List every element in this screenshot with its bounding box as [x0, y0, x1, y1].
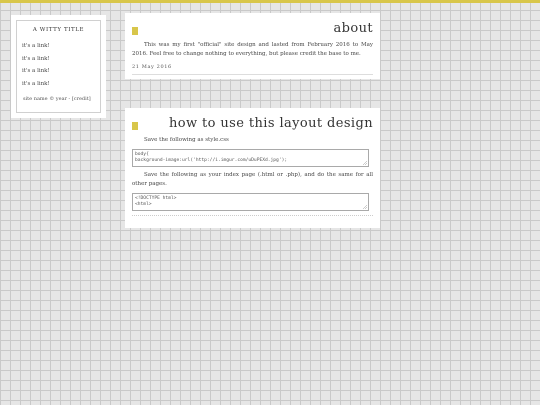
- post-header: how to use this layout design: [132, 114, 373, 134]
- site-credit: site name © year - [credit]: [23, 96, 91, 102]
- post-instruction: Save the following as style.css: [144, 137, 229, 143]
- post-divider: [132, 215, 373, 216]
- sidebar-link[interactable]: it's a link!: [22, 68, 95, 74]
- post-about: about This was my first "official" site …: [125, 13, 380, 79]
- css-code-box[interactable]: body{ background-image:url('http://i.img…: [132, 149, 369, 167]
- post-title: how to use this layout design: [168, 116, 373, 131]
- post-divider: [132, 74, 373, 75]
- post-header: about: [132, 19, 373, 39]
- sidebar: A WITTY TITLE it's a link! it's a link! …: [11, 15, 106, 118]
- post-how-to-use: how to use this layout design Save the f…: [125, 108, 380, 228]
- sidebar-link[interactable]: it's a link!: [22, 43, 95, 49]
- post-marker: [132, 122, 138, 130]
- site-title: A WITTY TITLE: [32, 27, 85, 33]
- top-accent-bar: [0, 0, 540, 3]
- sidebar-link[interactable]: it's a link!: [22, 81, 95, 87]
- sidebar-link[interactable]: it's a link!: [22, 56, 95, 62]
- post-date: 21 May 2016: [132, 64, 172, 70]
- sidebar-frame: A WITTY TITLE it's a link! it's a link! …: [16, 20, 101, 113]
- post-marker: [132, 27, 138, 35]
- post-instruction: Save the following as your index page (.…: [132, 172, 373, 187]
- post-body: This was my first "official" site design…: [132, 42, 373, 57]
- sidebar-links: it's a link! it's a link! it's a link! i…: [22, 43, 95, 87]
- post-title: about: [333, 21, 373, 36]
- html-code-box[interactable]: <!DOCTYPE html> <html>: [132, 193, 369, 211]
